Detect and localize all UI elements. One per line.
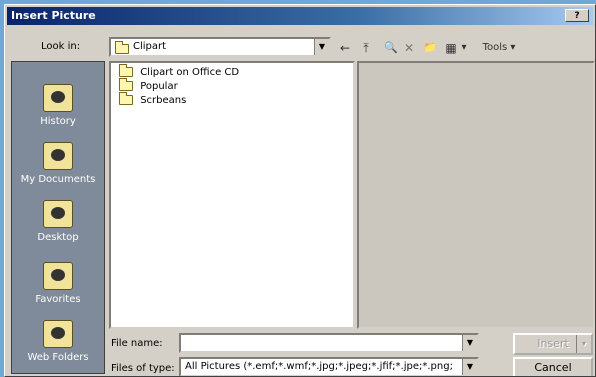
list-item[interactable]: Clipart on Office CD: [119, 64, 240, 78]
back-icon[interactable]: ←: [337, 39, 353, 57]
place-favorites[interactable]: Favorites: [12, 262, 104, 322]
files-of-type-value: All Pictures (*.emf;*.wmf;*.jpg;*.jpeg;*…: [185, 361, 453, 372]
new-folder-icon[interactable]: 📁: [421, 39, 439, 57]
views-icon[interactable]: ▦: [443, 39, 459, 57]
title-bar: Insert Picture ?: [7, 7, 593, 25]
my-documents-icon: [43, 142, 73, 170]
file-name: Clipart on Office CD: [140, 67, 240, 78]
insert-dropdown-icon[interactable]: ▾: [576, 335, 591, 353]
cancel-label: Cancel: [534, 361, 572, 374]
place-label: Web Folders: [27, 352, 89, 363]
history-icon: [43, 84, 73, 112]
favorites-icon: [43, 262, 73, 290]
place-desktop[interactable]: Desktop: [12, 200, 104, 260]
list-item[interactable]: Popular: [119, 78, 178, 92]
place-history[interactable]: History: [12, 84, 104, 144]
help-button[interactable]: ?: [565, 9, 589, 22]
insert-button[interactable]: Insert ▾: [513, 333, 593, 355]
desktop-icon: [43, 200, 73, 228]
chevron-down-icon[interactable]: ▼: [462, 335, 477, 351]
folder-icon: [119, 92, 133, 105]
list-item[interactable]: Scrbeans: [119, 92, 187, 106]
look-in-label: Look in:: [41, 41, 81, 52]
chevron-down-icon[interactable]: ▼: [314, 39, 329, 55]
place-label: History: [40, 116, 76, 127]
place-label: Favorites: [35, 294, 81, 305]
folder-icon: [115, 41, 129, 54]
file-name: Scrbeans: [140, 95, 187, 106]
file-name-input[interactable]: ▼: [179, 333, 479, 353]
up-folder-icon[interactable]: ⤒: [357, 39, 375, 57]
tools-menu[interactable]: Tools ▾: [473, 39, 525, 57]
look-in-dropdown[interactable]: Clipart ▼: [109, 37, 331, 57]
place-label: Desktop: [37, 232, 79, 243]
insert-label: Insert: [537, 337, 569, 350]
file-name-label: File name:: [111, 338, 163, 349]
search-web-icon[interactable]: 🔍: [383, 39, 399, 57]
folder-icon: [119, 78, 133, 91]
preview-pane: [357, 61, 595, 329]
dialog-title: Insert Picture: [11, 9, 96, 22]
file-name: Popular: [140, 81, 178, 92]
web-folders-icon: [43, 320, 73, 348]
chevron-down-icon[interactable]: ▼: [462, 359, 477, 375]
help-icon: ?: [574, 11, 580, 21]
cancel-button[interactable]: Cancel: [513, 357, 593, 376]
place-web-folders[interactable]: Web Folders: [12, 320, 104, 376]
views-dropdown-icon[interactable]: ▾: [459, 39, 469, 57]
files-of-type-dropdown[interactable]: All Pictures (*.emf;*.wmf;*.jpg;*.jpeg;*…: [179, 357, 479, 376]
tools-label: Tools: [482, 42, 508, 53]
places-bar: History My Documents Desktop Favorites W…: [11, 61, 105, 374]
insert-picture-dialog: Insert Picture ? Look in: Clipart ▼ ← ⤒ …: [4, 4, 596, 377]
file-list: Clipart on Office CD Popular Scrbeans: [109, 61, 355, 329]
folder-icon: [119, 64, 133, 77]
delete-icon[interactable]: ✕: [401, 39, 417, 57]
files-of-type-label: Files of type:: [111, 363, 175, 374]
tools-dropdown-icon: ▾: [510, 42, 516, 53]
place-my-documents[interactable]: My Documents: [12, 142, 104, 202]
place-label: My Documents: [20, 174, 96, 185]
look-in-value: Clipart: [133, 41, 167, 52]
